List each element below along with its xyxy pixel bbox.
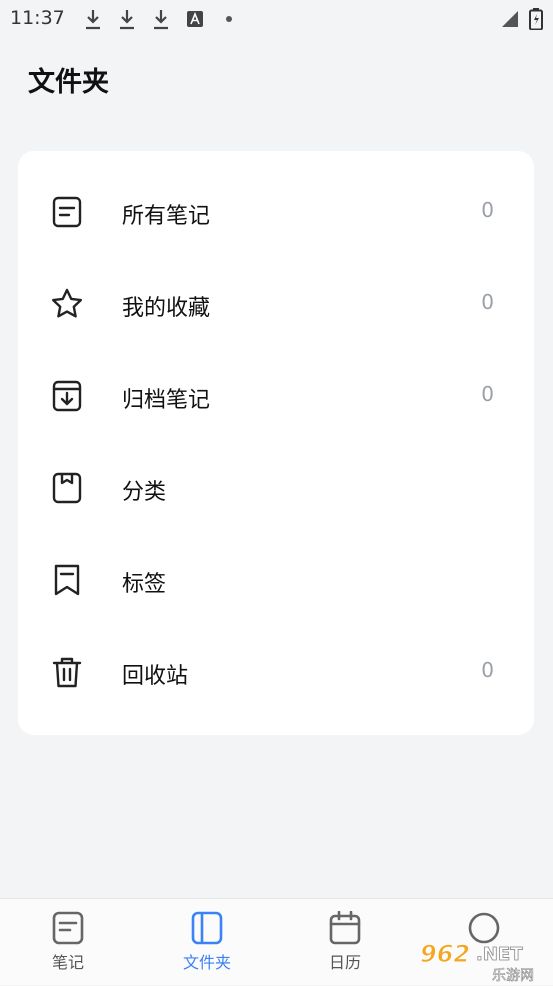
nav-tab-folders[interactable]: 文件夹 xyxy=(147,911,267,977)
star-icon xyxy=(50,287,84,321)
folder-item-label: 所有笔记 xyxy=(122,204,211,229)
folder-item-all-notes[interactable]: 所有笔记 0 xyxy=(18,167,534,259)
svg-text:962: 962 xyxy=(420,940,470,968)
folder-item-trash[interactable]: 回收站 0 xyxy=(18,627,534,719)
svg-text:.NET: .NET xyxy=(476,944,523,965)
status-bar: 11:37 xyxy=(0,0,553,38)
download-icon xyxy=(116,8,138,30)
trash-icon xyxy=(50,655,84,689)
signal-icon xyxy=(501,10,519,32)
folder-item-label: 分类 xyxy=(122,480,167,505)
dot-icon xyxy=(218,8,240,30)
nav-tab-calendar[interactable]: 日历 xyxy=(285,910,405,977)
folder-item-count: 0 xyxy=(481,198,494,222)
download-icon xyxy=(82,8,104,30)
folder-item-label: 归档笔记 xyxy=(122,388,211,413)
folder-icon xyxy=(190,911,224,945)
nav-tab-label: 笔记 xyxy=(51,953,84,972)
category-icon xyxy=(50,471,84,505)
tag-icon xyxy=(50,563,84,597)
nav-tab-notes[interactable]: 笔记 xyxy=(8,911,128,977)
folder-item-count: 0 xyxy=(481,382,494,406)
download-icon xyxy=(150,8,172,30)
nav-tab-label: 文件夹 xyxy=(182,953,231,972)
notification-icons xyxy=(82,8,240,30)
folder-item-favorites[interactable]: 我的收藏 0 xyxy=(18,259,534,351)
folder-item-archived[interactable]: 归档笔记 0 xyxy=(18,351,534,443)
folder-item-label: 回收站 xyxy=(122,664,189,689)
battery-icon xyxy=(529,8,543,34)
folder-list-card: 所有笔记 0 我的收藏 0 归档笔记 0 分类 标签 回收站 0 xyxy=(18,151,534,735)
note-icon xyxy=(50,195,84,229)
archive-icon xyxy=(50,379,84,413)
status-time: 11:37 xyxy=(10,7,65,29)
page-title: 文件夹 xyxy=(28,67,109,98)
font-a-icon xyxy=(184,8,206,30)
calendar-icon xyxy=(328,910,362,945)
folder-item-count: 0 xyxy=(481,658,494,682)
watermark-logo: 962 .NET 乐游网 xyxy=(414,936,550,985)
system-icons xyxy=(501,8,543,34)
folder-item-categories[interactable]: 分类 xyxy=(18,443,534,535)
nav-tab-label: 日历 xyxy=(328,953,361,972)
notes-icon xyxy=(51,911,85,945)
folder-item-tags[interactable]: 标签 xyxy=(18,535,534,627)
folder-item-label: 我的收藏 xyxy=(122,296,211,321)
folder-item-count: 0 xyxy=(481,290,494,314)
folder-item-label: 标签 xyxy=(122,572,167,597)
svg-text:乐游网: 乐游网 xyxy=(492,968,534,982)
